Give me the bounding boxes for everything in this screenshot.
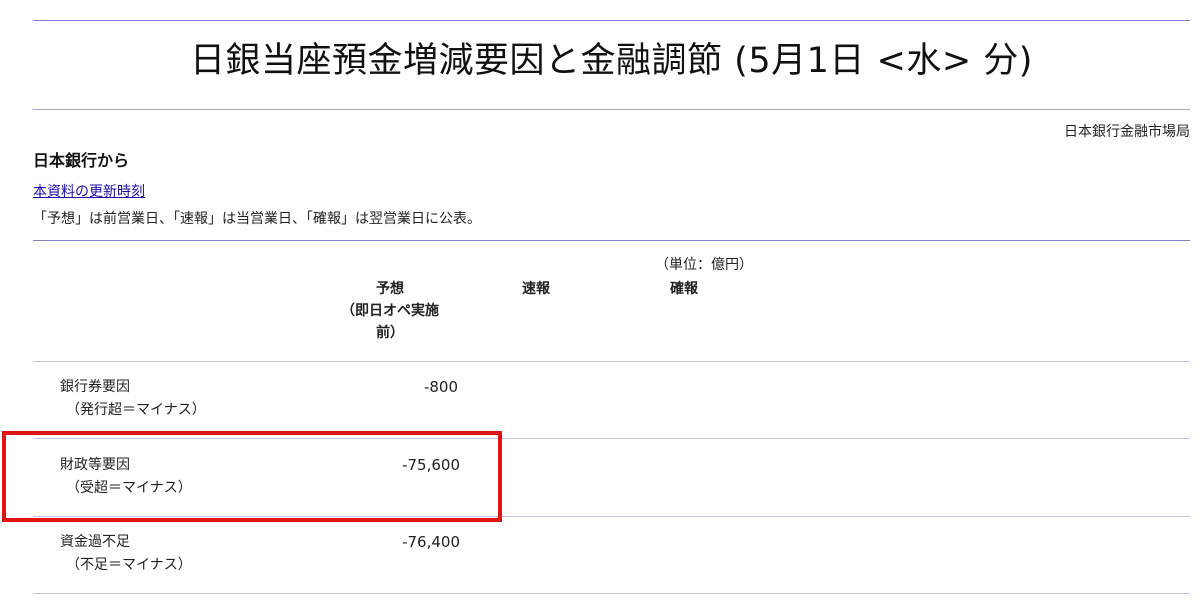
row-value-surplus-shortage-forecast: -76,400 — [402, 533, 460, 551]
column-header-final: 確報 — [670, 281, 698, 297]
row-label-sub: （不足＝マイナス） — [66, 557, 192, 573]
column-header-forecast: 予想 （即日オペ実施 前） — [330, 278, 450, 344]
title-divider — [33, 109, 1190, 110]
table-top-divider — [33, 240, 1190, 241]
row-label-surplus-shortage: 資金過不足 （不足＝マイナス） — [60, 531, 192, 577]
source-heading: 日本銀行から — [33, 151, 130, 170]
highlight-box — [2, 431, 502, 522]
publication-note: 「予想」は前営業日、「速報」は当営業日、「確報」は翌営業日に公表。 — [33, 211, 481, 227]
top-divider — [33, 20, 1190, 21]
column-header-forecast-line2: （即日オペ実施 — [341, 303, 439, 319]
page-title: 日銀当座預金増減要因と金融調節 (5月1日 <水> 分) — [190, 41, 1033, 81]
department-label: 日本銀行金融市場局 — [1064, 124, 1190, 140]
table-bottom-divider — [33, 593, 1190, 594]
column-header-forecast-line3: 前） — [376, 325, 404, 341]
update-time-link[interactable]: 本資料の更新時刻 — [33, 181, 145, 201]
column-header-forecast-line1: 予想 — [376, 281, 404, 297]
row-label-sub: （発行超＝マイナス） — [66, 402, 206, 418]
row-label-banknotes: 銀行券要因 （発行超＝マイナス） — [60, 376, 206, 422]
row-label-main: 資金過不足 — [60, 534, 130, 550]
unit-label: （単位：億円） — [655, 257, 753, 273]
row-value-banknotes-forecast: -800 — [423, 378, 458, 396]
row-label-main: 銀行券要因 — [60, 379, 130, 395]
header-divider — [33, 361, 1190, 362]
column-header-preliminary: 速報 — [522, 281, 550, 297]
